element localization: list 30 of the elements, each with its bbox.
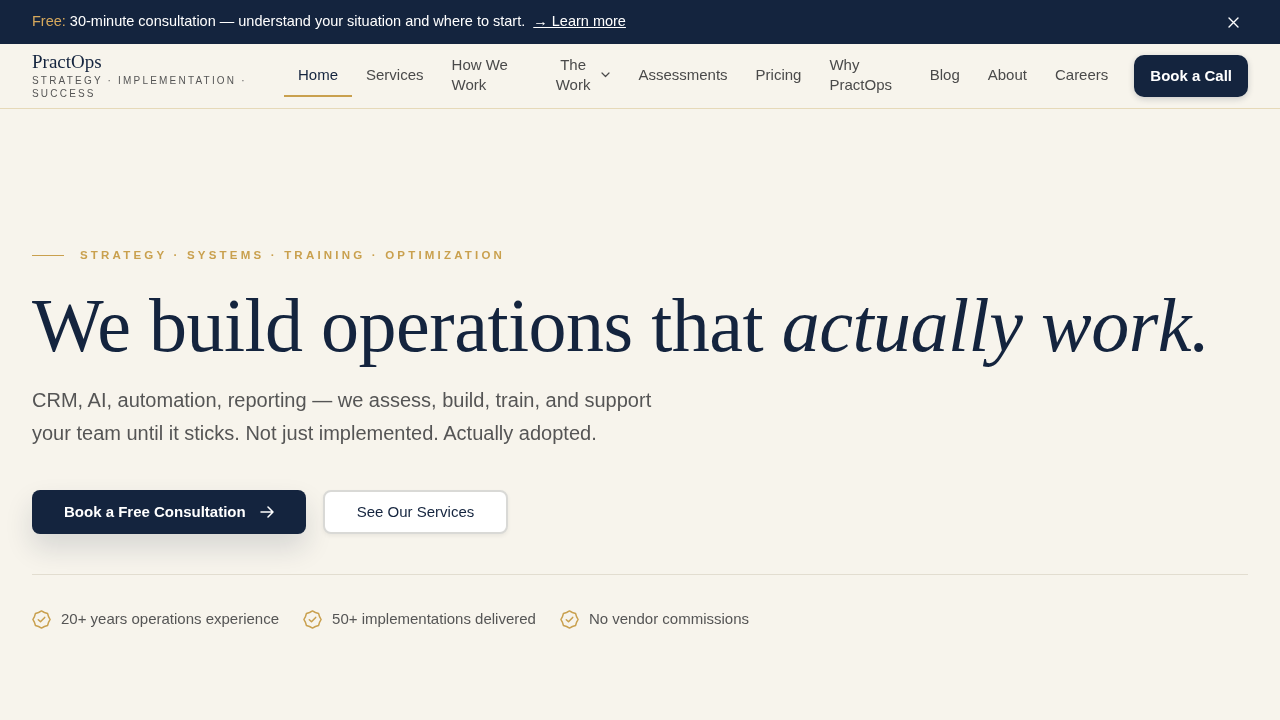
nav-link[interactable]: How We Work xyxy=(437,45,537,107)
consultation-button[interactable]: Book a Free Consultation xyxy=(32,490,306,535)
hero-subtitle: CRM, AI, automation, reporting — we assess, build, train, and support your team until it sticks. Not just implemented. Actually adopted. xyxy=(32,388,653,447)
nav-link[interactable]: Home xyxy=(284,55,352,97)
nav-link[interactable]: About xyxy=(973,55,1041,97)
highlight-text: 20+ years operations experience xyxy=(61,609,280,630)
logo-text[interactable]: PractOps xyxy=(32,51,272,73)
highlight-text: No vendor commissions xyxy=(588,609,749,630)
check-badge-icon xyxy=(303,609,323,629)
services-button[interactable]: See Our Services xyxy=(322,490,509,535)
nav-dropdown[interactable]: The Work xyxy=(536,45,625,107)
nav-link[interactable]: Services xyxy=(352,55,438,97)
nav-link[interactable]: Pricing xyxy=(741,55,816,97)
check-badge-icon xyxy=(559,609,579,629)
arrow-right-icon xyxy=(259,506,274,519)
nav-link[interactable]: Careers xyxy=(1040,55,1123,97)
nav-link[interactable]: Assessments xyxy=(624,55,742,97)
hero-headline: We build operations that actually work. xyxy=(32,286,1211,367)
learn-more-link[interactable]: → Learn more xyxy=(533,11,626,33)
highlight-text: 50+ implementations delivered xyxy=(332,609,536,630)
logo-tagline: STRATEGY · IMPLEMENTATION · SUCCESS xyxy=(32,74,248,101)
nav-link[interactable]: Blog xyxy=(915,55,974,97)
close-icon[interactable] xyxy=(1228,16,1239,28)
nav-link[interactable]: Why PractOps xyxy=(815,45,916,107)
banner-text: 30-minute consultation — understand your situation and where to start. xyxy=(69,12,526,32)
chevron-down-icon xyxy=(601,72,611,78)
book-call-button[interactable]: Book a Call xyxy=(1134,54,1248,98)
banner-label: Free: xyxy=(32,12,66,32)
check-badge-icon xyxy=(32,609,51,629)
eyebrow-text: STRATEGY · SYSTEMS · TRAINING · OPTIMIZATION xyxy=(80,248,506,263)
